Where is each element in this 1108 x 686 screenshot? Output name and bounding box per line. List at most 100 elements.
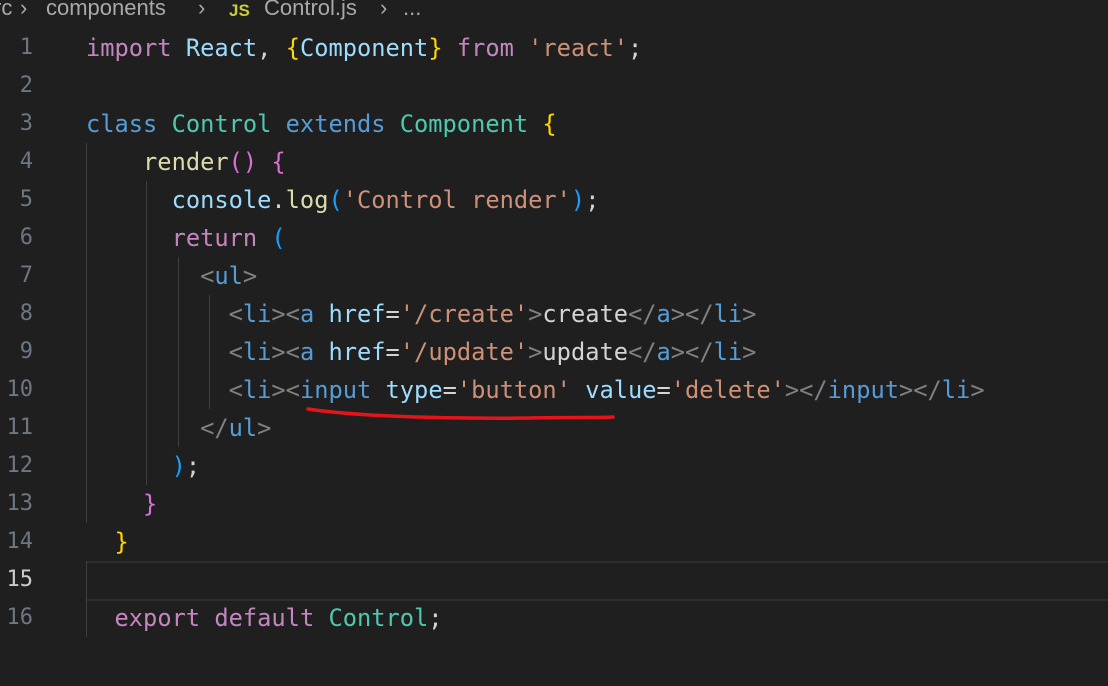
line-number: 13 <box>6 491 34 516</box>
line-number: 7 <box>19 263 33 288</box>
code-line[interactable]: 5 console.log('Control render'); <box>0 181 1108 219</box>
line-number: 3 <box>19 111 33 136</box>
code-token: a <box>656 300 671 328</box>
code-line[interactable]: 8 <li><a href='/create'>create</a></li> <box>0 295 1108 333</box>
code-token: li <box>242 376 272 404</box>
line-number: 14 <box>6 529 34 554</box>
code-token: ul <box>214 262 243 290</box>
code-line[interactable]: 3 class Control extends Component { <box>0 105 1108 143</box>
code-text: import React, {Component} from 'react'; <box>86 29 642 67</box>
code-line[interactable]: 2 <box>0 67 1108 105</box>
line-number: 10 <box>6 377 34 402</box>
code-token: 'delete' <box>670 376 785 404</box>
breadcrumb-folder-src[interactable]: rc <box>0 0 12 19</box>
line-number: 8 <box>19 301 33 326</box>
code-token: a <box>299 338 315 366</box>
code-line[interactable]: 14 } <box>0 523 1108 561</box>
code-token: < <box>228 376 243 404</box>
code-token: } <box>428 34 443 62</box>
breadcrumb-file[interactable]: Control.js <box>264 0 357 19</box>
code-text: console.log('Control render'); <box>86 181 600 219</box>
code-token: extends <box>285 110 386 138</box>
code-token: < <box>200 262 215 290</box>
line-number: 16 <box>6 605 34 630</box>
code-token: ></ <box>670 300 714 328</box>
code-token: a <box>656 338 671 366</box>
code-token: ( <box>328 186 343 214</box>
code-token: Control <box>328 604 429 632</box>
code-line[interactable]: 6 return ( <box>0 219 1108 257</box>
code-token: = <box>385 300 400 328</box>
code-token: ></ <box>670 338 714 366</box>
code-token: Component <box>299 34 429 62</box>
code-token: </ <box>628 338 657 366</box>
code-token: = <box>385 338 400 366</box>
code-editor[interactable]: 16 export default Control; 15 14 } 13 } 12 )… <box>0 29 1108 669</box>
code-token: Component <box>399 110 529 138</box>
code-token: li <box>242 300 272 328</box>
code-text: <li><a href='/update'>update</a></li> <box>86 333 757 371</box>
code-token: = <box>656 376 671 404</box>
indent-guide <box>86 561 87 637</box>
code-token: { <box>542 110 557 138</box>
line-number: 12 <box>6 453 34 478</box>
code-token: > <box>528 300 543 328</box>
code-token: ; <box>627 34 643 62</box>
code-token: >< <box>271 338 300 366</box>
code-token: { <box>271 148 286 176</box>
code-token: ) <box>570 186 586 214</box>
line-number: 6 <box>19 225 33 250</box>
code-token: href <box>328 338 386 366</box>
code-token: ></ <box>898 376 942 404</box>
code-line[interactable]: 15 <box>0 561 1108 601</box>
code-token: li <box>242 338 272 366</box>
code-token: Control <box>171 110 272 138</box>
code-token: > <box>742 338 757 366</box>
code-text: export default Control; <box>86 599 443 637</box>
code-line[interactable]: 13 } <box>0 485 1108 523</box>
code-line[interactable]: 9 <li><a href='/update'>update</a></li> <box>0 333 1108 371</box>
code-token: class <box>86 110 158 138</box>
code-token: > <box>242 262 258 290</box>
code-token: console <box>171 186 272 214</box>
indent-guide <box>146 181 147 485</box>
code-line[interactable]: 1 import React, {Component} from 'react'; <box>0 29 1108 67</box>
line-number: 15 <box>6 567 34 592</box>
code-token: 'react' <box>528 34 628 62</box>
code-token: { <box>285 34 300 62</box>
code-line[interactable]: 4 render() { <box>0 143 1108 181</box>
breadcrumb-folder-components[interactable]: components <box>46 0 166 19</box>
code-token: < <box>228 338 243 366</box>
code-token: input <box>827 376 899 404</box>
chevron-right-icon: › <box>20 0 28 20</box>
annotation-underline <box>306 407 615 420</box>
code-line[interactable]: 12 ); <box>0 447 1108 485</box>
code-token: import <box>86 34 172 62</box>
code-token: ) <box>171 452 186 480</box>
code-token: a <box>299 300 315 328</box>
chevron-right-icon: › <box>198 0 206 20</box>
code-token: li <box>941 376 971 404</box>
code-token: , <box>257 34 286 62</box>
breadcrumb-symbols[interactable]: ... <box>403 0 421 19</box>
code-line[interactable]: 7 <ul> <box>0 257 1108 295</box>
code-text: <ul> <box>86 257 257 295</box>
code-line[interactable]: 16 export default Control; <box>0 599 1108 637</box>
code-token: li <box>713 338 743 366</box>
